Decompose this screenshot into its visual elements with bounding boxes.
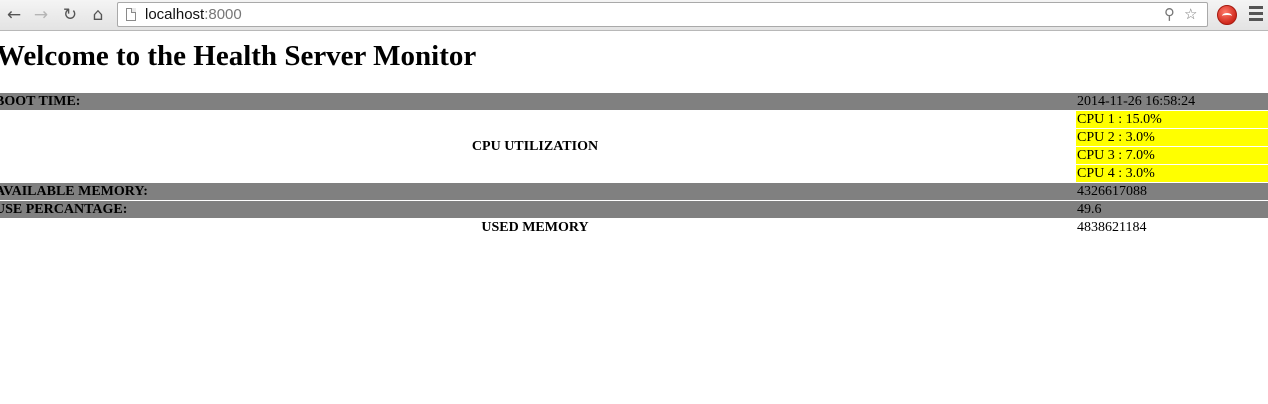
boot-time-value: 2014-11-26 16:58:24 [1076,93,1268,110]
page-title: Welcome to the Health Server Monitor [0,40,477,72]
available-memory-label: AVAILABLE MEMORY: [0,183,1076,200]
available-memory-row: AVAILABLE MEMORY: 4326617088 [0,183,1268,200]
home-icon[interactable]: ⌂ [88,4,108,26]
back-arrow-icon[interactable]: ← [4,4,24,26]
cpu-utilization-label: CPU UTILIZATION [471,139,599,154]
url-text[interactable]: localhost:8000 [145,6,242,24]
menu-icon[interactable] [1249,6,1263,22]
cpu-row: CPU UTILIZATION CPU 1 : 15.0% [0,111,1268,154]
browser-toolbar: ← → ↻ ⌂ localhost:8000 ⚲ ☆ [0,0,1268,31]
address-bar[interactable]: localhost:8000 ⚲ ☆ [117,2,1208,27]
cpu-value: CPU 2 : 3.0% [1076,129,1268,146]
cpu-value: CPU 1 : 15.0% [1076,111,1268,128]
use-percentage-value: 49.6 [1076,201,1268,218]
url-port: :8000 [204,6,242,23]
bookmark-star-icon[interactable]: ☆ [1184,5,1197,23]
available-memory-value: 4326617088 [1076,183,1268,200]
search-icon[interactable]: ⚲ [1164,5,1175,23]
boot-time-row: BOOT TIME: 2014-11-26 16:58:24 [0,93,1268,110]
cpu-value: CPU 4 : 3.0% [1076,165,1268,182]
url-host: localhost [145,6,205,23]
forward-arrow-icon[interactable]: → [31,4,51,26]
used-memory-label: USED MEMORY [481,220,589,235]
used-memory-value: 4838621184 [1077,220,1147,235]
use-percentage-row: USE PERCANTAGE: 49.6 [0,201,1268,218]
cpu-value: CPU 3 : 7.0% [1076,147,1268,164]
reload-icon[interactable]: ↻ [60,4,80,26]
health-table: BOOT TIME: 2014-11-26 16:58:24 CPU UTILI… [0,92,1268,237]
use-percentage-label: USE PERCANTAGE: [0,201,1076,218]
page-icon [126,8,136,21]
extension-icon[interactable] [1217,5,1237,25]
used-memory-row: USED MEMORY 4838621184 [0,219,1268,236]
boot-time-label: BOOT TIME: [0,93,1076,110]
